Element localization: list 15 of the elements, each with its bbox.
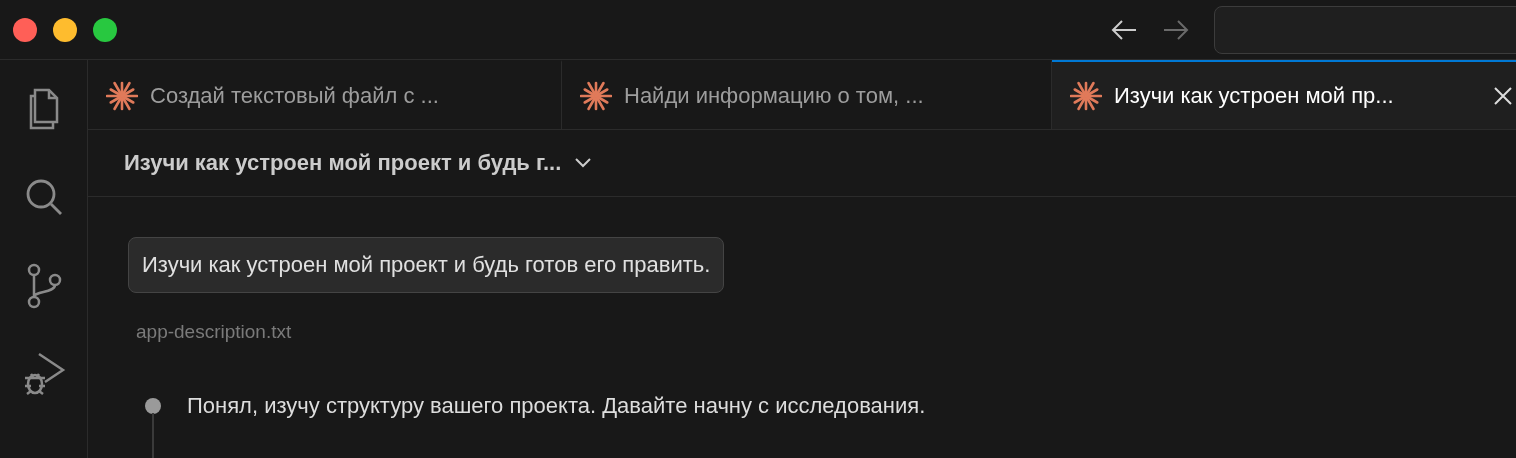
tab[interactable]: Изучи как устроен мой пр... xyxy=(1052,60,1516,129)
user-message: Изучи как устроен мой проект и будь готов его править. xyxy=(128,237,725,293)
asterisk-icon xyxy=(580,79,612,112)
close-window-button[interactable] xyxy=(13,17,37,42)
asterisk-icon xyxy=(106,79,138,112)
close-icon[interactable] xyxy=(1493,85,1513,106)
minimize-window-button[interactable] xyxy=(53,17,77,42)
timeline-dot xyxy=(145,398,161,414)
search-field[interactable] xyxy=(1214,5,1516,54)
assistant-message: Понял, изучу структуру вашего проекта. Давайте начну с исследования. xyxy=(187,393,926,419)
chevron-down-icon[interactable] xyxy=(575,158,592,168)
zoom-window-button[interactable] xyxy=(93,17,117,42)
attachment-filename[interactable]: app-description.txt xyxy=(136,321,292,343)
asterisk-icon xyxy=(1070,79,1102,112)
chat-title: Изучи как устроен мой проект и будь г... xyxy=(124,150,562,176)
